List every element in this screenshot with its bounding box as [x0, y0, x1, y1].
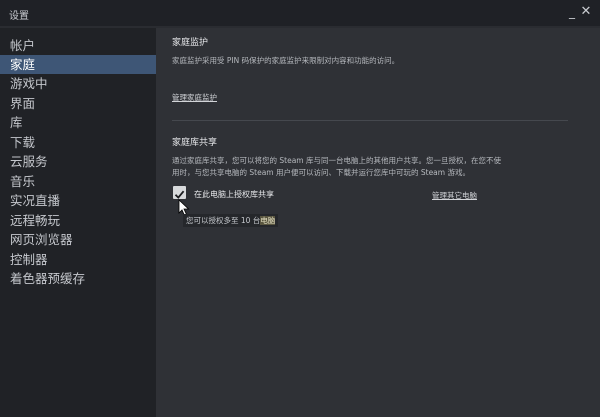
authorize-limit-note: 您可以授权多至 10 台电脑: [183, 214, 279, 227]
authorize-limit-text: 您可以授权多至 10 台: [186, 216, 261, 225]
authorize-sharing-label[interactable]: 在此电脑上授权库共享: [194, 189, 274, 200]
authorize-limit-highlight: 电脑: [260, 216, 276, 225]
manage-other-computers-link[interactable]: 管理其它电脑: [432, 190, 477, 201]
sidebar-item-interface[interactable]: 界面: [0, 94, 156, 113]
window-title: 设置: [9, 11, 29, 22]
sidebar-item-music[interactable]: 音乐: [0, 172, 156, 191]
library-sharing-description-line2: 用时，与您共享电脑的 Steam 用户便可以访问、下载并运行您库中可玩的 Ste…: [172, 168, 470, 177]
close-button[interactable]: ✕: [579, 4, 593, 20]
sidebar-item-remote-play[interactable]: 远程畅玩: [0, 211, 156, 230]
sidebar-item-in-game[interactable]: 游戏中: [0, 74, 156, 93]
settings-sidebar: 帐户 家庭 游戏中 界面 库 下载 云服务 音乐 实况直播 远程畅玩 网页浏览器…: [0, 28, 156, 417]
sidebar-item-library[interactable]: 库: [0, 113, 156, 132]
authorize-sharing-checkbox[interactable]: [173, 186, 186, 199]
settings-window: 设置 _ ✕ 帐户 家庭 游戏中 界面 库 下载 云服务 音乐 实况直播 远程畅…: [0, 0, 600, 417]
sidebar-item-account[interactable]: 帐户: [0, 36, 156, 55]
section-divider: [172, 120, 568, 121]
library-sharing-description-line1: 通过家庭库共享，您可以将您的 Steam 库与同一台电脑上的其他用户共享。您一旦…: [172, 156, 501, 165]
sidebar-item-broadcasting[interactable]: 实况直播: [0, 191, 156, 210]
sidebar-item-web-browser[interactable]: 网页浏览器: [0, 230, 156, 249]
sidebar-item-controller[interactable]: 控制器: [0, 250, 156, 269]
sidebar-item-downloads[interactable]: 下载: [0, 133, 156, 152]
title-bar[interactable]: 设置 _ ✕: [0, 0, 600, 26]
library-sharing-heading: 家庭库共享: [172, 138, 218, 148]
manage-family-view-link[interactable]: 管理家庭监护: [172, 92, 217, 103]
sidebar-item-family[interactable]: 家庭: [0, 55, 156, 74]
sidebar-item-cloud[interactable]: 云服务: [0, 152, 156, 171]
family-view-description: 家庭监护采用受 PIN 码保护的家庭监护来限制对内容和功能的访问。: [172, 56, 400, 65]
sidebar-item-shader-cache[interactable]: 着色器预缓存: [0, 269, 156, 288]
minimize-button[interactable]: _: [565, 4, 579, 20]
family-view-heading: 家庭监护: [172, 38, 209, 48]
